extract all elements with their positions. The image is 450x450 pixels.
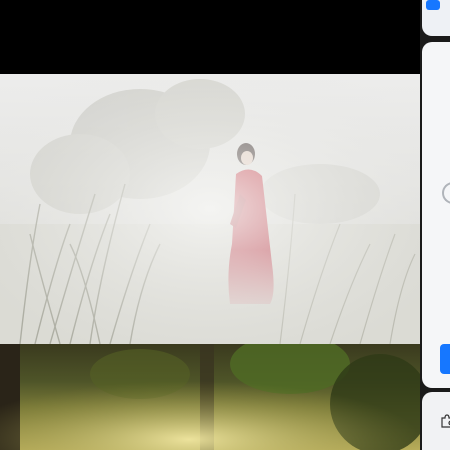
puzzle-icon[interactable] (440, 414, 450, 428)
loading-spinner-icon (442, 182, 450, 204)
feed-image-misty-woman[interactable] (0, 74, 420, 344)
blue-note-icon[interactable] (440, 344, 450, 374)
feed-image-forest[interactable] (0, 344, 420, 450)
misty-scene (0, 74, 420, 344)
blue-tab-icon[interactable] (426, 0, 440, 10)
side-card-main[interactable] (422, 42, 450, 388)
top-black-bar (0, 0, 420, 74)
forest-scene (0, 344, 420, 450)
